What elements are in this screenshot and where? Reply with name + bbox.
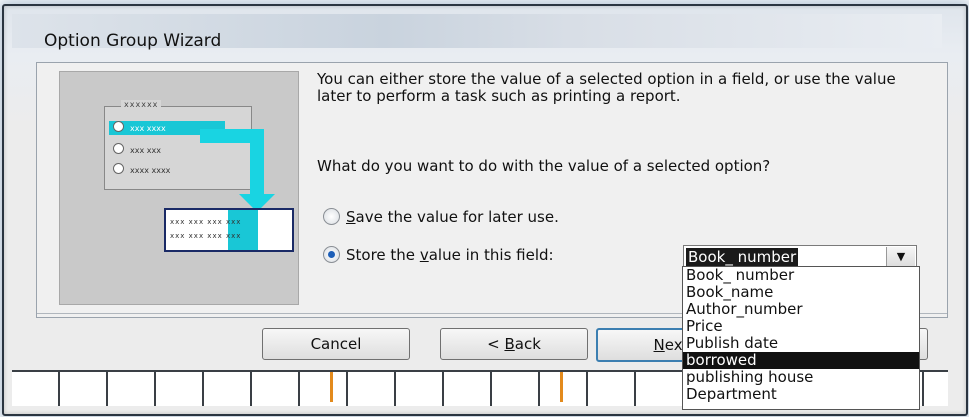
field-dropdown-list[interactable]: Book_ number Book_name Author_number Pri…	[682, 266, 920, 410]
grid-marker	[560, 372, 563, 402]
dropdown-item[interactable]: Publish date	[683, 335, 919, 352]
save-value-option[interactable]: Save the value for later use.	[323, 207, 559, 227]
wizard-illustration: xxxxxx xxx xxxx xxx xxx xxxx xxxx xxx xx…	[59, 71, 299, 305]
question-text: What do you want to do with the value of…	[317, 157, 771, 175]
illustration-option: xxxx xxxx	[113, 163, 170, 177]
back-button[interactable]: < Back	[440, 328, 588, 360]
store-value-option[interactable]: Store the value in this field:	[323, 245, 554, 265]
grid-marker	[330, 372, 333, 402]
illustration-option: xxx xxx	[113, 143, 161, 157]
dropdown-item[interactable]: Author_number	[683, 301, 919, 318]
dropdown-item[interactable]: Department	[683, 386, 919, 403]
radio-button[interactable]	[323, 208, 340, 225]
illustration-option-group: xxxxxx xxx xxxx xxx xxx xxxx xxxx	[104, 100, 252, 190]
illustration-arrow	[250, 129, 264, 195]
illustration-group-label: xxxxxx	[121, 100, 162, 109]
field-select-value: Book_ number	[686, 248, 799, 266]
cancel-button[interactable]: Cancel	[262, 328, 410, 360]
dropdown-item[interactable]: Book_ number	[683, 267, 919, 284]
illustration-table-row: xxx xxx xxx xxx	[170, 232, 242, 240]
dropdown-item-highlighted[interactable]: borrowed	[683, 352, 919, 369]
dropdown-item[interactable]: publishing house	[683, 369, 919, 386]
radio-button-checked[interactable]	[323, 246, 340, 263]
illustration-table-row: xxx xxx xxx xxx	[170, 218, 242, 226]
illustration-table: xxx xxx xxx xxx xxx xxx xxx xxx	[164, 208, 294, 252]
intro-text: You can either store the value of a sele…	[317, 70, 896, 105]
chevron-down-icon[interactable]: ▼	[886, 247, 915, 267]
dropdown-item[interactable]: Book_name	[683, 284, 919, 301]
illustration-highlight-column	[228, 210, 258, 250]
dropdown-item[interactable]: Price	[683, 318, 919, 335]
window-title: Option Group Wizard	[44, 31, 222, 51]
